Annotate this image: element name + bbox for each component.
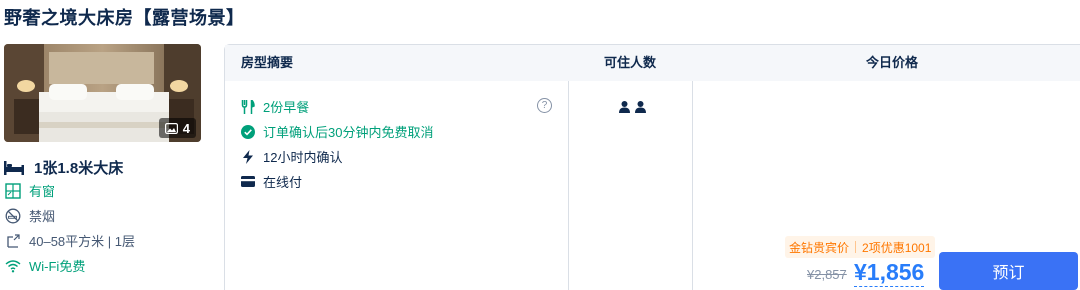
room-photo[interactable]: 4 (4, 44, 201, 142)
window-info: 有窗 (4, 181, 55, 200)
header-summary: 房型摘要 (241, 55, 294, 70)
person-icon (619, 101, 630, 113)
rate-table: 房型摘要 可住人数 今日价格 2份早餐 ? 订单确认后30分钟内免费取消 12小… (224, 44, 1080, 290)
lightning-icon (241, 149, 255, 164)
smoking-info: 禁烟 (4, 206, 55, 225)
window-icon (4, 182, 21, 199)
header-price: 今日价格 (866, 55, 919, 70)
utensils-icon (241, 99, 255, 114)
no-smoking-icon (4, 207, 21, 224)
help-icon[interactable]: ? (537, 98, 552, 113)
feature-breakfast: 2份早餐 (241, 97, 309, 116)
promo-divider (855, 241, 857, 253)
breakfast-label: 2份早餐 (263, 100, 310, 115)
photo-count-badge[interactable]: 4 (158, 118, 196, 138)
free-cancel-label[interactable]: 订单确认后30分钟内免费取消 (263, 122, 433, 141)
area-info: 40–58平方米 | 1层 (4, 231, 135, 250)
book-button[interactable]: 预订 (939, 252, 1078, 290)
wifi-label: Wi-Fi免费 (29, 259, 86, 274)
area-icon (4, 232, 21, 249)
feature-free-cancel: 订单确认后30分钟内免费取消 (241, 122, 433, 141)
promo-discount-label: 2项优惠1001 (862, 240, 932, 255)
feature-payment: 在线付 (241, 172, 302, 191)
payment-label: 在线付 (263, 175, 303, 190)
current-price[interactable]: ¥1,856 (854, 259, 925, 287)
photo-count: 4 (182, 120, 190, 136)
bed-icon (4, 159, 24, 176)
image-icon (164, 122, 178, 134)
bed-label: 1张1.8米大床 (34, 160, 124, 177)
promo-tag[interactable]: 金钻贵宾价 2项优惠1001 (785, 236, 936, 258)
card-icon (241, 175, 255, 189)
original-price: ¥2,857 (807, 267, 847, 282)
occupancy-icons[interactable] (619, 101, 646, 113)
room-title: 野奢之境大床房【露营场景】 (4, 8, 245, 28)
person-icon (635, 101, 646, 113)
confirm-label: 12小时内确认 (263, 150, 343, 165)
area-label: 40–58平方米 | 1层 (29, 234, 135, 249)
column-divider (692, 81, 693, 290)
window-label: 有窗 (29, 184, 56, 199)
column-divider (568, 81, 569, 290)
member-price-label: 金钻贵宾价 (789, 240, 850, 255)
wifi-icon (4, 257, 21, 274)
header-occupancy: 可住人数 (604, 55, 657, 70)
smoking-label: 禁烟 (29, 209, 56, 224)
feature-confirm: 12小时内确认 (241, 147, 342, 166)
bed-info: 1张1.8米大床 (4, 157, 123, 178)
wifi-info: Wi-Fi免费 (4, 256, 85, 275)
rate-table-header: 房型摘要 可住人数 今日价格 (225, 45, 1080, 81)
check-circle-icon (241, 124, 255, 139)
